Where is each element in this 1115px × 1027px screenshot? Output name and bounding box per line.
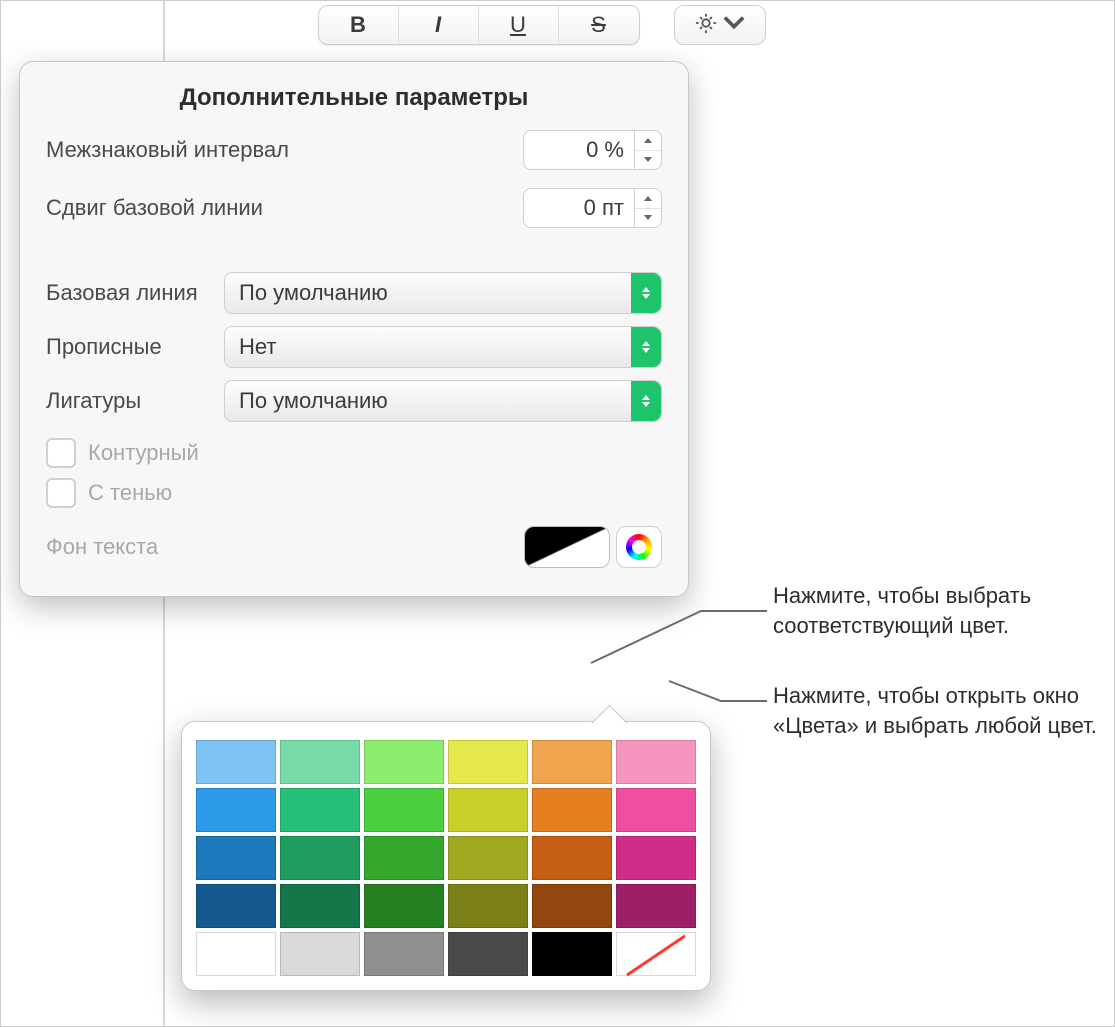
color-swatch[interactable] bbox=[448, 740, 528, 784]
color-swatch[interactable] bbox=[280, 740, 360, 784]
color-swatch[interactable] bbox=[532, 788, 612, 832]
color-swatch[interactable] bbox=[196, 932, 276, 976]
callout-colors-window: Нажмите, чтобы открыть окно «Цвета» и вы… bbox=[773, 681, 1103, 740]
color-swatch[interactable] bbox=[616, 740, 696, 784]
color-swatch[interactable] bbox=[196, 740, 276, 784]
color-swatch-popover bbox=[181, 721, 711, 991]
color-swatch[interactable] bbox=[616, 884, 696, 928]
color-swatch[interactable] bbox=[364, 788, 444, 832]
color-swatch[interactable] bbox=[448, 884, 528, 928]
color-swatch[interactable] bbox=[616, 788, 696, 832]
color-swatch[interactable] bbox=[616, 836, 696, 880]
color-swatch[interactable] bbox=[364, 836, 444, 880]
color-swatch[interactable] bbox=[280, 884, 360, 928]
color-swatch[interactable] bbox=[616, 932, 696, 976]
color-swatch[interactable] bbox=[280, 932, 360, 976]
color-swatch[interactable] bbox=[196, 836, 276, 880]
color-swatch[interactable] bbox=[196, 884, 276, 928]
color-swatch[interactable] bbox=[448, 836, 528, 880]
color-swatch-grid bbox=[196, 740, 696, 976]
callout-color-well: Нажмите, чтобы выбрать соответствующий ц… bbox=[773, 581, 1103, 640]
color-swatch[interactable] bbox=[532, 884, 612, 928]
color-swatch[interactable] bbox=[364, 740, 444, 784]
color-swatch[interactable] bbox=[532, 740, 612, 784]
color-swatch[interactable] bbox=[280, 788, 360, 832]
color-swatch[interactable] bbox=[364, 884, 444, 928]
color-swatch[interactable] bbox=[532, 932, 612, 976]
color-swatch[interactable] bbox=[448, 932, 528, 976]
color-swatch[interactable] bbox=[196, 788, 276, 832]
color-swatch[interactable] bbox=[532, 836, 612, 880]
color-swatch[interactable] bbox=[364, 932, 444, 976]
color-swatch[interactable] bbox=[280, 836, 360, 880]
color-swatch[interactable] bbox=[448, 788, 528, 832]
